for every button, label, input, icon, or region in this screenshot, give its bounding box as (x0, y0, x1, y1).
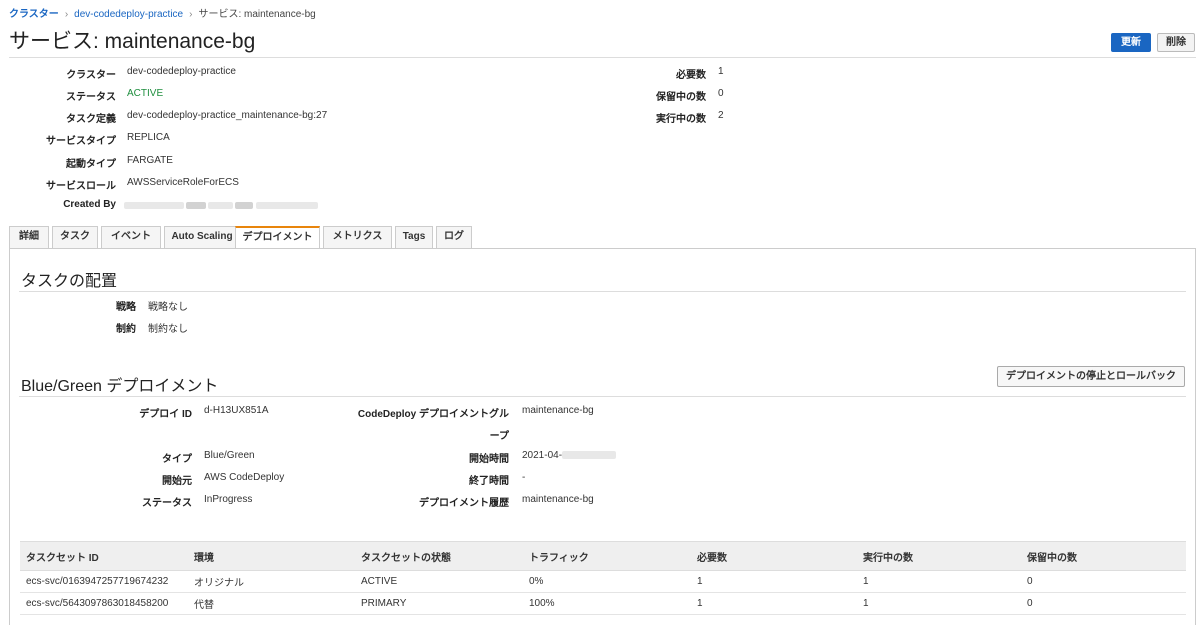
type-label: タイプ (162, 454, 192, 465)
strategy-value: 戦略なし (148, 302, 188, 313)
running-count-cell: 1 (857, 570, 1021, 593)
table-row: ecs-svc/0163947257719674232 オリジナル ACTIVE… (20, 570, 1186, 593)
deployment-group-link[interactable]: maintenance-bg (522, 405, 594, 416)
start-time-value: 2021-04- (522, 450, 563, 461)
status-value: ACTIVE (127, 88, 164, 99)
deploy-id-link[interactable]: d-H13UX851A (204, 405, 268, 416)
breadcrumb-clusters-link[interactable]: クラスター (9, 9, 59, 20)
initiator-label: 開始元 (162, 476, 192, 487)
breadcrumb: クラスター › dev-codedeploy-practice › サービス: main… (9, 5, 316, 20)
taskset-id-cell: ecs-svc/0163947257719674232 (20, 570, 188, 593)
stop-and-rollback-button[interactable]: デプロイメントの停止とロールバック (997, 366, 1185, 387)
tab-tags[interactable]: Tags (395, 226, 433, 248)
column-header[interactable]: 実行中の数 (857, 541, 1021, 571)
start-time-label: 開始時間 (469, 454, 509, 465)
type-value: Blue/Green (204, 450, 255, 461)
bluegreen-divider (19, 396, 1186, 397)
bluegreen-title: Blue/Green デプロイメント (21, 378, 219, 395)
column-header[interactable]: タスクセット ID (20, 541, 188, 571)
taskdef-link[interactable]: dev-codedeploy-practice_maintenance-bg:2… (127, 110, 327, 121)
page-title: サービス: maintenance-bg (9, 30, 256, 53)
chevron-right-icon: › (64, 9, 69, 20)
deployment-group-label-cont: ープ (489, 431, 509, 442)
placement-divider (19, 291, 1186, 292)
launch-type-label: 起動タイプ (66, 159, 116, 170)
deploy-id-label: デプロイ ID (139, 409, 192, 420)
tab-auto-scaling[interactable]: Auto Scaling (164, 226, 240, 248)
table-header-row: タスクセット ID 環境 タスクセットの状態 トラフィック 必要数 実行中の数 … (20, 541, 1186, 571)
deployment-history-link[interactable]: maintenance-bg (522, 494, 594, 505)
cluster-link[interactable]: dev-codedeploy-practice (127, 66, 236, 77)
traffic-cell: 0% (523, 570, 691, 593)
redacted-start-time (562, 451, 616, 459)
placement-title: タスクの配置 (21, 273, 118, 290)
column-header[interactable]: タスクセットの状態 (355, 541, 523, 571)
service-role-label: サービスロール (46, 181, 116, 192)
breadcrumb-current: サービス: maintenance-bg (198, 9, 316, 20)
service-type-label: サービスタイプ (46, 136, 116, 147)
status-label: ステータス (66, 92, 116, 103)
end-time-value: - (522, 472, 526, 483)
environment-cell: 代替 (188, 592, 355, 615)
table-row: ecs-svc/5643097863018458200 代替 PRIMARY 1… (20, 592, 1186, 615)
taskdef-label: タスク定義 (66, 114, 116, 125)
pending-count-value: 0 (718, 88, 724, 99)
tab-logs[interactable]: ログ (436, 226, 472, 248)
constraint-label: 制約 (116, 324, 136, 335)
taskset-status-cell: PRIMARY (355, 592, 523, 615)
desired-count-label: 必要数 (676, 70, 706, 81)
launch-type-value: FARGATE (127, 155, 173, 166)
pending-count-cell: 0 (1021, 570, 1186, 593)
created-by-label: Created By (63, 199, 116, 210)
chevron-right-icon: › (189, 9, 193, 20)
column-header[interactable]: 環境 (188, 541, 355, 571)
tab-tasks[interactable]: タスク (52, 226, 98, 248)
update-button[interactable]: 更新 (1111, 33, 1151, 52)
service-role-value: AWSServiceRoleForECS (127, 177, 239, 188)
breadcrumb-cluster-link[interactable]: dev-codedeploy-practice (74, 9, 183, 20)
taskset-table: タスクセット ID 環境 タスクセットの状態 トラフィック 必要数 実行中の数 … (20, 541, 1186, 615)
tab-events[interactable]: イベント (101, 226, 161, 248)
desired-count-value: 1 (718, 66, 724, 77)
column-header[interactable]: 保留中の数 (1021, 541, 1186, 571)
tab-deployments[interactable]: デプロイメント (235, 226, 320, 249)
desired-count-cell: 1 (691, 570, 857, 593)
pending-count-label: 保留中の数 (656, 92, 706, 103)
tab-details[interactable]: 詳細 (9, 226, 49, 248)
desired-count-cell: 1 (691, 592, 857, 615)
cluster-label: クラスター (66, 70, 116, 81)
service-type-value: REPLICA (127, 132, 170, 143)
column-header[interactable]: トラフィック (523, 541, 691, 571)
delete-button[interactable]: 削除 (1157, 33, 1195, 52)
running-count-value: 2 (718, 110, 724, 121)
running-count-cell: 1 (857, 592, 1021, 615)
deploy-status-label: ステータス (142, 498, 192, 509)
pending-count-cell: 0 (1021, 592, 1186, 615)
environment-cell: オリジナル (188, 570, 355, 593)
deploy-status-value: InProgress (204, 494, 253, 505)
deployment-history-label: デプロイメント履歴 (419, 498, 509, 509)
traffic-cell: 100% (523, 592, 691, 615)
initiator-value: AWS CodeDeploy (204, 472, 285, 483)
column-header[interactable]: 必要数 (691, 541, 857, 571)
title-divider (9, 57, 1196, 58)
tab-metrics[interactable]: メトリクス (323, 226, 392, 248)
strategy-label: 戦略 (116, 302, 136, 313)
taskset-id-cell: ecs-svc/5643097863018458200 (20, 592, 188, 615)
deployment-group-label: CodeDeploy デプロイメントグル (357, 409, 509, 420)
constraint-value: 制約なし (148, 324, 188, 335)
taskset-status-cell: ACTIVE (355, 570, 523, 593)
end-time-label: 終了時間 (469, 476, 509, 487)
running-count-label: 実行中の数 (656, 114, 706, 125)
